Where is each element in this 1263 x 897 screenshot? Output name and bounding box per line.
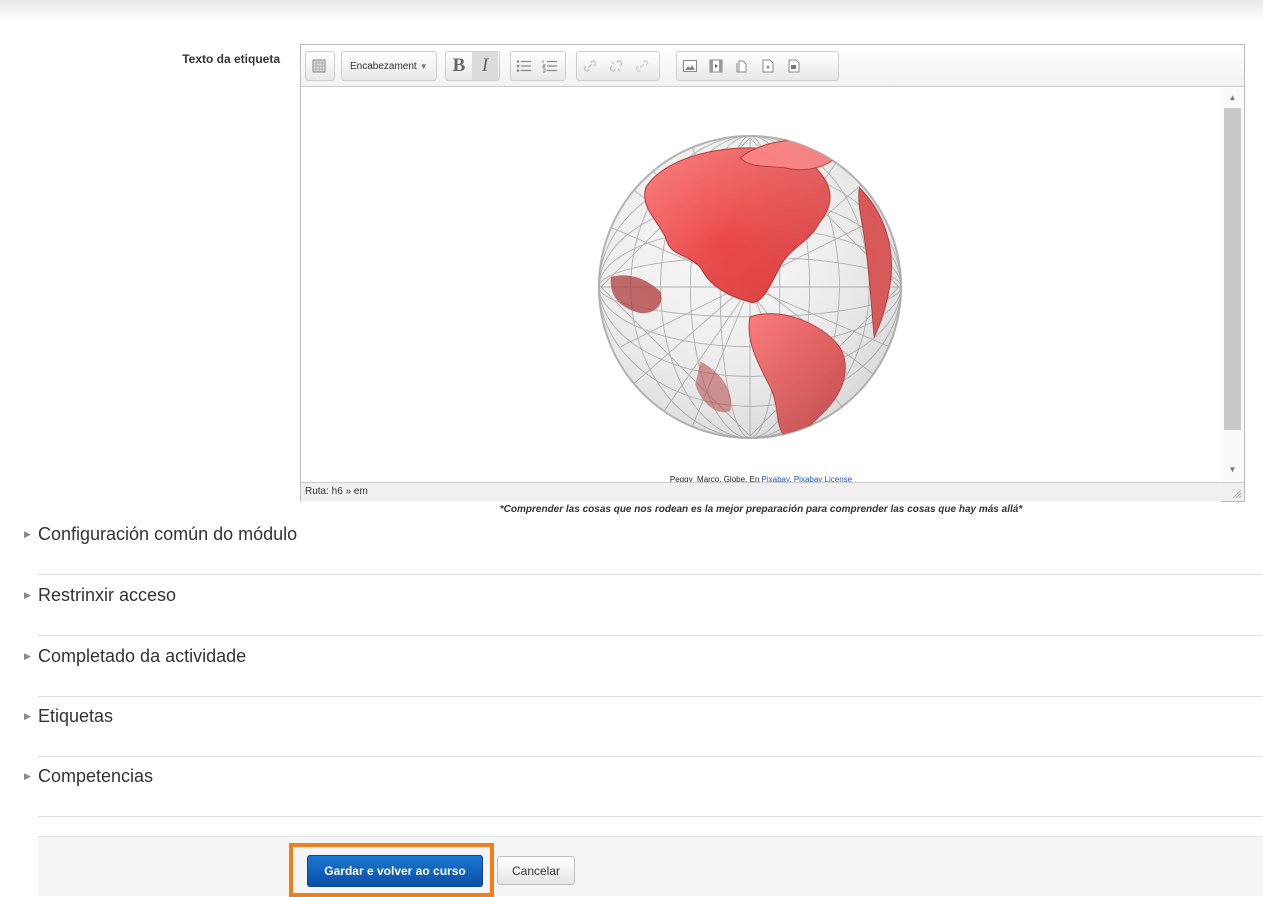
globe-image xyxy=(597,134,903,440)
record-video-icon[interactable] xyxy=(781,52,807,80)
insert-h5p-icon[interactable] xyxy=(755,52,781,80)
editor-content-area[interactable]: Peggy_Marco. Globe. En Pixabay. Pixabay … xyxy=(301,88,1221,525)
manage-files-icon[interactable] xyxy=(729,52,755,80)
cancel-button[interactable]: Cancelar xyxy=(497,856,575,885)
section-title: Configuración común do módulo xyxy=(38,523,298,544)
form-footer: Gardar e volver ao curso Cancelar xyxy=(38,836,1263,897)
link-group xyxy=(576,51,660,81)
scroll-down-icon[interactable]: ▼ xyxy=(1221,462,1244,478)
chevron-down-icon: ▼ xyxy=(419,61,428,71)
collapse-arrow-icon: ▶ xyxy=(24,710,31,721)
section-title: Restrinxir acceso xyxy=(38,584,177,605)
element-path: Ruta: h6 » em xyxy=(305,486,368,497)
text-style-group: B I xyxy=(445,51,500,81)
format-select[interactable]: Encabezament ▼ xyxy=(341,51,437,81)
media-icon[interactable] xyxy=(703,52,729,80)
section-common-module-settings[interactable]: ▶ Configuración común do módulo xyxy=(24,514,1263,575)
editor-scrollbar[interactable]: ▲ ▼ xyxy=(1221,88,1244,482)
collapse-arrow-icon: ▶ xyxy=(24,528,31,539)
editor-statusbar: Ruta: h6 » em xyxy=(301,482,1244,501)
unordered-list-icon[interactable] xyxy=(511,52,537,80)
ordered-list-icon[interactable] xyxy=(537,52,563,80)
collapse-arrow-icon: ▶ xyxy=(24,770,31,781)
editor-toolbar: Encabezament ▼ B I xyxy=(301,45,1244,87)
list-group xyxy=(510,51,566,81)
section-title: Etiquetas xyxy=(38,705,114,726)
section-restrict-access[interactable]: ▶ Restrinxir acceso xyxy=(24,575,1263,636)
italic-button[interactable]: I xyxy=(472,52,498,80)
html-editor[interactable]: Encabezament ▼ B I Peggy_Marco. Globe. E… xyxy=(300,44,1245,525)
section-title: Competencias xyxy=(38,765,154,786)
scroll-thumb[interactable] xyxy=(1224,108,1241,430)
section-competencies[interactable]: ▶ Competencias xyxy=(24,756,1263,817)
bold-button[interactable]: B xyxy=(446,52,472,80)
collapse-arrow-icon: ▶ xyxy=(24,589,31,600)
toolbar-toggle-group xyxy=(305,51,335,81)
unlink-icon[interactable] xyxy=(603,52,629,80)
scroll-up-icon[interactable]: ▲ xyxy=(1221,90,1244,106)
anchor-icon[interactable] xyxy=(629,52,655,80)
link-icon[interactable] xyxy=(577,52,603,80)
save-and-return-button[interactable]: Gardar e volver ao curso xyxy=(307,855,483,887)
resize-grip-icon[interactable] xyxy=(1232,489,1242,499)
image-icon[interactable] xyxy=(677,52,703,80)
section-title: Completado da actividade xyxy=(38,645,247,666)
insert-group xyxy=(676,51,839,81)
top-shade xyxy=(0,0,1263,24)
format-select-label: Encabezament xyxy=(350,60,417,72)
section-tags[interactable]: ▶ Etiquetas xyxy=(24,696,1263,757)
collapse-arrow-icon: ▶ xyxy=(24,650,31,661)
section-activity-completion[interactable]: ▶ Completado da actividade xyxy=(24,636,1263,697)
toolbar-toggle-icon[interactable] xyxy=(306,52,332,80)
field-label: Texto da etiqueta xyxy=(182,52,280,66)
